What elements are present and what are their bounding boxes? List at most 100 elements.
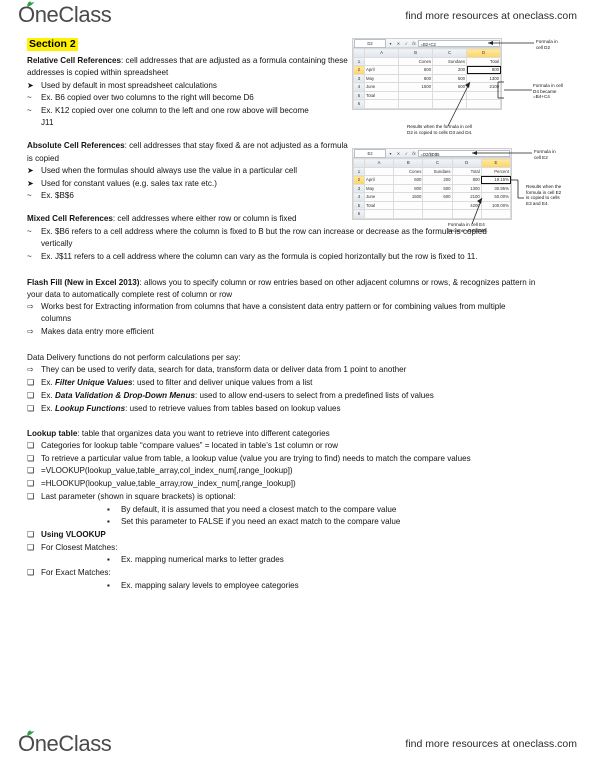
document-page: OneClass find more resources at oneclass… — [0, 0, 595, 770]
arrow-bullet-icon: ➤ — [27, 165, 34, 175]
list-item: ~ Ex. $B$6 — [27, 190, 331, 202]
list-item: ▪ By default, it is assumed that you need… — [107, 504, 521, 516]
block-data-delivery: Data Delivery functions do not perform c… — [27, 352, 572, 415]
list-item: ❑ Last parameter (shown in square bracket… — [27, 491, 471, 503]
leaf-icon — [27, 1, 35, 8]
list-item-label: Used when the formulas should always use… — [41, 165, 297, 175]
filled-square-bullet-icon: ❏ — [27, 378, 35, 388]
list-item: ▪ Set this parameter to FALSE if you need… — [107, 516, 521, 528]
section-badge: Section 2 — [27, 38, 78, 52]
mixed-lead: Mixed Cell References — [27, 214, 113, 224]
small-square-bullet-icon: ▪ — [107, 555, 110, 565]
list-item: ❏ Ex. Lookup Functions: used to retrieve … — [27, 403, 541, 415]
filled-square-bullet-icon: ❏ — [27, 440, 35, 450]
oneclass-logo-footer: OneClass — [18, 730, 112, 756]
right-arrow-bullet-icon: ⇨ — [27, 302, 34, 312]
list-item: ~ Ex. J$11 refers to a cell address where… — [27, 251, 521, 263]
list-item-label: Used for constant values (e.g. sales tax… — [41, 178, 217, 188]
filled-square-bullet-icon: ❏ — [27, 529, 35, 539]
absolute-lead: Absolute Cell References — [27, 141, 125, 151]
callout-formula-cell-d2: Formula in cell D2 — [536, 39, 558, 50]
figure-absolute-reference-example: E2 ▾ ✕ ✓ fx =D2/$D$5 A B C D E 1 Cones S… — [352, 148, 592, 248]
lookup-lead: Lookup table — [27, 428, 78, 438]
list-item-label: Set this parameter to FALSE if you need … — [121, 517, 401, 527]
small-square-bullet-icon: ▪ — [107, 580, 110, 590]
list-item-label: =HLOOKUP(lookup_value,table_array,row_in… — [41, 479, 296, 489]
datadelivery-list: ⇨ They can be used to verify data, search… — [27, 364, 572, 414]
hollow-square-bullet-icon: ❑ — [27, 466, 35, 476]
list-item-label: They can be used to verify data, search … — [41, 365, 407, 375]
list-item-label: Ex. B6 copied over two columns to the ri… — [41, 93, 254, 103]
list-item-prefix: Ex. — [41, 390, 55, 400]
list-item: ❑ For Closest Matches: — [27, 542, 471, 554]
list-item-label: Last parameter (shown in square brackets… — [41, 491, 236, 501]
callout-copy-results: Results when the formula in cell E2 is c… — [526, 184, 562, 206]
list-item-label: Ex. $B$6 — [41, 191, 74, 201]
list-item: ~ Ex. K12 copied over one column to the l… — [27, 105, 317, 129]
list-item: ❏ Ex. Filter Unique Values: used to filte… — [27, 377, 541, 389]
list-item: ⇨ Makes data entry more efficient — [27, 326, 531, 338]
hollow-square-bullet-icon: ❑ — [27, 479, 35, 489]
list-item-label: Ex. mapping salary levels to employee ca… — [121, 580, 299, 590]
lookup-body: : table that organizes data you want to … — [77, 428, 330, 438]
block-flash-fill: Flash Fill (New in Excel 2013): allows y… — [27, 277, 572, 339]
filled-square-bullet-icon: ❏ — [27, 390, 35, 400]
mixed-body: : cell addresses where either row or col… — [112, 214, 297, 224]
list-item-label: Used by default in most spreadsheet calc… — [41, 80, 217, 90]
list-item-label: Using VLOOKUP — [41, 529, 106, 539]
list-item: ▪ Ex. mapping numerical marks to letter g… — [107, 554, 521, 566]
list-item-label: : used to allow end-users to select from… — [194, 390, 434, 400]
list-item: ❏ To retrieve a particular value from tab… — [27, 453, 491, 465]
callout-formula-cell-e2: Formula in cell E2 — [534, 149, 556, 160]
tilde-bullet-icon: ~ — [27, 191, 32, 201]
list-item: ❏ Ex. Data Validation & Drop-Down Menus: … — [27, 390, 541, 402]
list-item: ~ Ex. B6 copied over two columns to the r… — [27, 92, 341, 104]
list-item: ➤ Used for constant values (e.g. sales ta… — [27, 178, 331, 190]
hollow-square-bullet-icon: ❑ — [27, 568, 35, 578]
list-item-label: Ex. mapping numerical marks to letter gr… — [121, 555, 284, 565]
list-item: ❏ Using VLOOKUP — [27, 529, 471, 541]
hollow-square-bullet-icon: ❑ — [27, 542, 35, 552]
list-item-emphasis: Filter Unique Values — [54, 378, 133, 388]
relative-definition: Relative Cell References: cell addresses… — [27, 55, 349, 79]
filled-square-bullet-icon: ❏ — [27, 403, 35, 413]
absolute-definition: Absolute Cell References: cell addresses… — [27, 140, 349, 164]
header-logo: OneClass — [18, 1, 112, 27]
list-item: ⇨ They can be used to verify data, search… — [27, 364, 541, 376]
list-item-label: Categories for lookup table “compare val… — [41, 440, 338, 450]
list-item-label: : used to filter and deliver unique valu… — [132, 378, 313, 388]
lookup-definition: Lookup table: table that organizes data … — [27, 428, 572, 440]
right-arrow-bullet-icon: ⇨ — [27, 327, 34, 337]
oneclass-logo: OneClass — [18, 1, 112, 27]
footer-logo: OneClass — [18, 730, 112, 756]
list-item-prefix: Ex. — [41, 403, 55, 413]
list-item: ➤ Used when the formulas should always us… — [27, 165, 307, 177]
footer-tagline: find more resources at oneclass.com — [405, 738, 577, 750]
callout-formula-cell-e4: Formula in cell E4 became =D4/$D$5. — [448, 222, 488, 233]
list-item: ❑ For Exact Matches: — [27, 567, 471, 579]
flashfill-lead: Flash Fill (New in Excel 2013) — [27, 277, 140, 287]
tilde-bullet-icon: ~ — [27, 106, 32, 116]
list-item-label: For Closest Matches: — [41, 542, 118, 552]
list-item-emphasis: Lookup Functions — [54, 403, 126, 413]
small-square-bullet-icon: ▪ — [107, 504, 110, 514]
list-item: ❏ Categories for lookup table “compare va… — [27, 440, 511, 452]
tilde-bullet-icon: ~ — [27, 226, 32, 236]
flashfill-list: ⇨ Works best for Extracting information f… — [27, 301, 572, 338]
hollow-square-bullet-icon: ❑ — [27, 491, 35, 501]
list-item-label: Makes data entry more efficient — [41, 327, 154, 337]
list-item-prefix: Ex. — [41, 378, 55, 388]
datadelivery-body: Data Delivery functions do not perform c… — [27, 353, 241, 363]
callout-formula-cell-d4: Formula in cell D4 became =B4+C4 — [533, 83, 563, 100]
tilde-bullet-icon: ~ — [27, 251, 32, 261]
callout-copy-results: Results when the formula in cell D2 is c… — [407, 124, 473, 135]
block-lookup-table: Lookup table: table that organizes data … — [27, 428, 572, 592]
arrow-bullet-icon: ➤ — [27, 178, 34, 188]
list-item-emphasis: Data Validation & Drop-Down Menus — [54, 390, 195, 400]
right-arrow-bullet-icon: ⇨ — [27, 365, 34, 375]
list-item: ❑ =HLOOKUP(lookup_value,table_array,row_i… — [27, 478, 471, 490]
leaf-icon — [27, 730, 35, 737]
list-item-label: =VLOOKUP(lookup_value,table_array,col_in… — [41, 466, 293, 476]
figure-relative-reference-example: D2 ▾ ✕ ✓ fx =B2+C2 A B C D 1 Cones Sunda… — [352, 38, 592, 142]
list-item-label: To retrieve a particular value from tabl… — [41, 453, 471, 463]
